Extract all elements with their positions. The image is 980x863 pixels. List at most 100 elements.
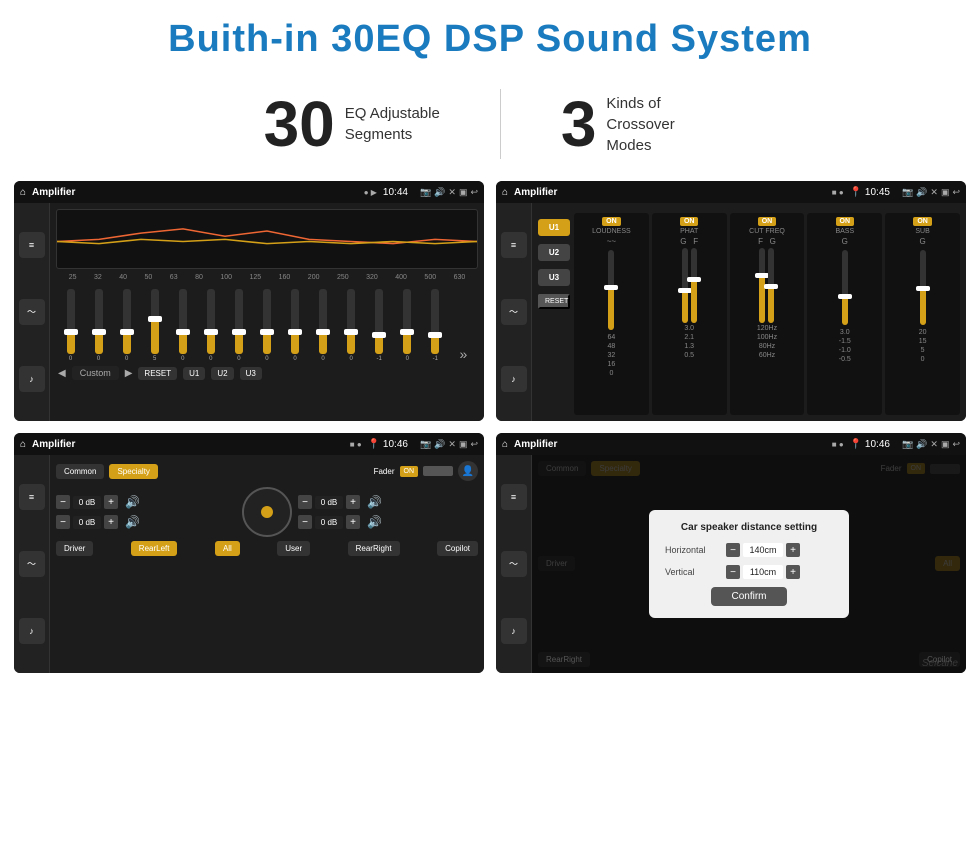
volume-icon3: 🔊 — [434, 439, 445, 450]
copilot-btn3[interactable]: Copilot — [437, 541, 478, 556]
u3-preset[interactable]: U3 — [538, 269, 570, 286]
close-icon: ✕ — [448, 187, 456, 198]
volume-down-btn2[interactable]: ♪ — [501, 366, 527, 392]
loudness-on[interactable]: ON — [602, 217, 621, 226]
camera-icon3: 📷 — [420, 439, 431, 450]
right-rear-plus[interactable]: + — [346, 515, 360, 529]
fader-slider[interactable] — [423, 466, 453, 476]
fader-on[interactable]: ON — [400, 466, 419, 477]
eq-slider-6[interactable]: 0 — [198, 289, 223, 362]
eq-slider-9[interactable]: 0 — [283, 289, 308, 362]
stat-label-eq: EQ AdjustableSegments — [345, 103, 440, 145]
window-icon2: ▣ — [941, 187, 950, 198]
eq-slider-10[interactable]: 0 — [311, 289, 336, 362]
eq-toggle-btn[interactable]: ≡ — [19, 232, 45, 258]
right-front-minus[interactable]: − — [298, 495, 312, 509]
screen4-time: 📍 10:46 — [850, 439, 890, 450]
u2-preset[interactable]: U2 — [538, 244, 570, 261]
eq-slider-13[interactable]: 0 — [395, 289, 420, 362]
vertical-minus[interactable]: − — [726, 565, 740, 579]
left-front-plus[interactable]: + — [104, 495, 118, 509]
camera-icon2: 📷 — [902, 187, 913, 198]
u3-btn[interactable]: U3 — [240, 367, 262, 380]
screen1-time: 10:44 — [383, 187, 408, 198]
wave-btn2[interactable]: 〜 — [501, 299, 527, 325]
screen3-body: ≡ 〜 ♪ Common Specialty Fader ON 👤 — [14, 455, 484, 673]
left-rear-plus[interactable]: + — [104, 515, 118, 529]
reset-btn[interactable]: RESET — [138, 367, 177, 380]
fader-label: Fader — [374, 467, 395, 476]
window-icon4: ▣ — [941, 439, 950, 450]
horizontal-plus[interactable]: + — [786, 543, 800, 557]
back-icon2: ↩ — [952, 187, 960, 198]
right-front-plus[interactable]: + — [346, 495, 360, 509]
phat-on[interactable]: ON — [680, 217, 699, 226]
cutfreq-on[interactable]: ON — [758, 217, 777, 226]
rearleft-btn3[interactable]: RearLeft — [131, 541, 178, 556]
specialty-tab3[interactable]: Specialty — [109, 464, 157, 479]
eq-slider-more[interactable]: » — [451, 346, 476, 362]
loudness-label: LOUDNESS — [592, 228, 631, 235]
confirm-button[interactable]: Confirm — [711, 587, 786, 606]
home-icon4: ⌂ — [502, 439, 508, 450]
driver-btn3[interactable]: Driver — [56, 541, 93, 556]
dialog-overlay: Car speaker distance setting Horizontal … — [532, 455, 966, 673]
u1-preset[interactable]: U1 — [538, 219, 570, 236]
bass-on[interactable]: ON — [836, 217, 855, 226]
stat-crossover: 3 Kinds ofCrossover Modes — [501, 92, 777, 156]
u1-btn[interactable]: U1 — [183, 367, 205, 380]
left-front-minus[interactable]: − — [56, 495, 70, 509]
wave-btn3[interactable]: 〜 — [19, 551, 45, 577]
eq-slider-12[interactable]: -1 — [367, 289, 392, 362]
volume-down-btn[interactable]: ♪ — [19, 366, 45, 392]
screen-fader: ⌂ Amplifier ■ ● 📍 10:46 📷 🔊 ✕ ▣ ↩ ≡ 〜 ♪ … — [14, 433, 484, 673]
volume-down-btn3[interactable]: ♪ — [19, 618, 45, 644]
all-btn3[interactable]: All — [215, 541, 240, 556]
screen1-title: Amplifier — [32, 187, 358, 198]
volume-icon2: 🔊 — [916, 187, 927, 198]
left-rear-minus[interactable]: − — [56, 515, 70, 529]
sub-on[interactable]: ON — [913, 217, 932, 226]
eq-slider-8[interactable]: 0 — [254, 289, 279, 362]
eq-slider-14[interactable]: -1 — [423, 289, 448, 362]
eq-slider-11[interactable]: 0 — [339, 289, 364, 362]
fader-joystick[interactable] — [242, 487, 292, 537]
volume-down-btn4[interactable]: ♪ — [501, 618, 527, 644]
eq-slider-5[interactable]: 0 — [170, 289, 195, 362]
wave-btn[interactable]: 〜 — [19, 299, 45, 325]
screen2-body: ≡ 〜 ♪ U1 U2 U3 RESET — [496, 203, 966, 421]
user-btn3[interactable]: User — [277, 541, 310, 556]
next-btn[interactable]: ▶ — [125, 368, 133, 379]
horizontal-control: − 140cm + — [726, 543, 800, 557]
eq-toggle-btn3[interactable]: ≡ — [19, 484, 45, 510]
right-rear-control: − 0 dB + 🔊 — [298, 515, 478, 529]
screen2-side-panel: ≡ 〜 ♪ — [496, 203, 532, 421]
eq-slider-2[interactable]: 0 — [86, 289, 111, 362]
screen3-icons: ■ ● — [350, 440, 362, 449]
horizontal-minus[interactable]: − — [726, 543, 740, 557]
eq-slider-3[interactable]: 0 — [114, 289, 139, 362]
stat-label-crossover: Kinds ofCrossover Modes — [606, 93, 716, 156]
sub-module: ON SUB G 20 15 5 0 — [885, 213, 960, 415]
stat-number-eq: 30 — [264, 92, 335, 156]
screen3-main: Common Specialty Fader ON 👤 − 0 dB — [50, 455, 484, 673]
stat-eq: 30 EQ AdjustableSegments — [204, 92, 500, 156]
eq-slider-7[interactable]: 0 — [226, 289, 251, 362]
common-tab3[interactable]: Common — [56, 464, 104, 479]
rearright-btn3[interactable]: RearRight — [348, 541, 400, 556]
screen-crossover: ⌂ Amplifier ■ ● 📍 10:45 📷 🔊 ✕ ▣ ↩ ≡ 〜 ♪ — [496, 181, 966, 421]
sub-label: SUB — [915, 228, 929, 235]
prev-btn[interactable]: ◀ — [58, 368, 66, 379]
right-rear-minus[interactable]: − — [298, 515, 312, 529]
wave-btn4[interactable]: 〜 — [501, 551, 527, 577]
reset-btn2[interactable]: RESET — [538, 294, 570, 309]
u2-btn[interactable]: U2 — [211, 367, 233, 380]
vertical-plus[interactable]: + — [786, 565, 800, 579]
eq-slider-4[interactable]: 5 — [142, 289, 167, 362]
eq-toggle-btn4[interactable]: ≡ — [501, 484, 527, 510]
speaker-distance-dialog: Car speaker distance setting Horizontal … — [649, 510, 849, 618]
eq-toggle-btn2[interactable]: ≡ — [501, 232, 527, 258]
vertical-control: − 110cm + — [726, 565, 800, 579]
eq-slider-1[interactable]: 0 — [58, 289, 83, 362]
screen2-title: Amplifier — [514, 187, 826, 198]
